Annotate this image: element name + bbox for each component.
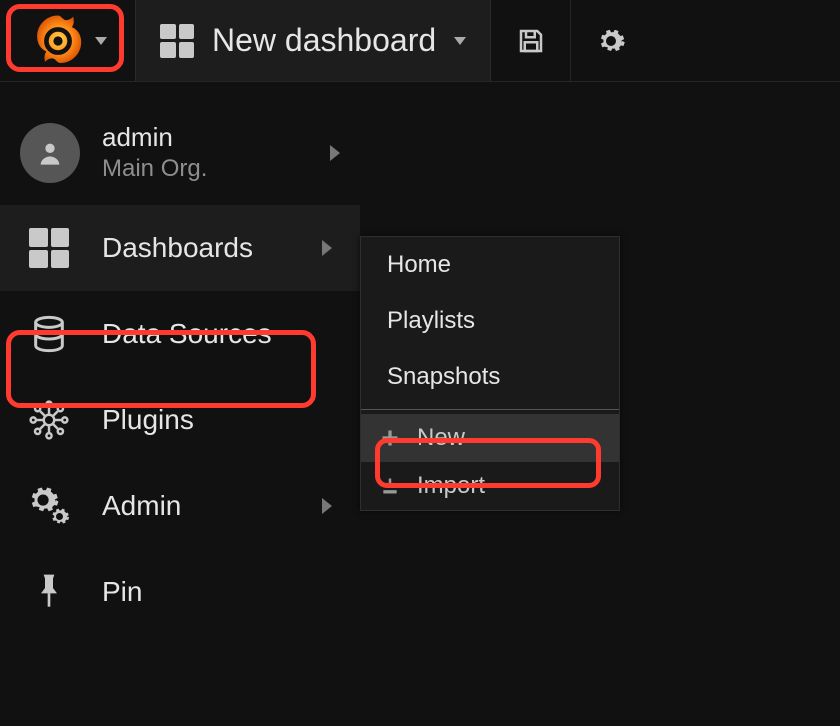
plus-icon bbox=[377, 428, 403, 448]
dashboard-tiles-icon bbox=[20, 228, 78, 268]
submenu-new[interactable]: New bbox=[361, 414, 619, 462]
menu-label: Admin bbox=[102, 490, 290, 522]
chevron-right-icon bbox=[322, 498, 332, 514]
settings-button[interactable] bbox=[571, 0, 651, 81]
gear-icon bbox=[596, 26, 626, 56]
submenu-snapshots[interactable]: Snapshots bbox=[361, 349, 619, 405]
save-icon bbox=[516, 26, 546, 56]
topbar: New dashboard bbox=[0, 0, 840, 82]
gears-icon bbox=[20, 485, 78, 527]
divider bbox=[361, 409, 619, 410]
avatar bbox=[20, 123, 80, 183]
submenu-label: New bbox=[417, 424, 465, 452]
dashboards-submenu: Home Playlists Snapshots New Import bbox=[360, 236, 620, 511]
caret-down-icon bbox=[454, 37, 466, 45]
menu-pin[interactable]: Pin bbox=[0, 549, 360, 635]
caret-down-icon bbox=[95, 37, 107, 45]
menu-dashboards[interactable]: Dashboards bbox=[0, 205, 360, 291]
menu-plugins[interactable]: Plugins bbox=[0, 377, 360, 463]
dashboard-picker[interactable]: New dashboard bbox=[135, 0, 491, 81]
save-button[interactable] bbox=[491, 0, 571, 81]
logo-menu[interactable] bbox=[0, 0, 135, 81]
plugins-icon bbox=[20, 399, 78, 441]
submenu-label: Snapshots bbox=[387, 363, 500, 391]
submenu-home[interactable]: Home bbox=[361, 237, 619, 293]
submenu-label: Import bbox=[417, 472, 485, 500]
submenu-import[interactable]: Import bbox=[361, 462, 619, 510]
chevron-right-icon bbox=[330, 145, 340, 161]
user-icon bbox=[36, 139, 64, 167]
menu-admin[interactable]: Admin bbox=[0, 463, 360, 549]
submenu-label: Home bbox=[387, 251, 451, 279]
main-menu-panel: admin Main Org. Dashboards Data Sources bbox=[0, 82, 360, 635]
user-profile[interactable]: admin Main Org. bbox=[0, 112, 360, 205]
menu-datasources[interactable]: Data Sources bbox=[0, 291, 360, 377]
submenu-playlists[interactable]: Playlists bbox=[361, 293, 619, 349]
user-org: Main Org. bbox=[102, 155, 308, 183]
menu-label: Plugins bbox=[102, 404, 290, 436]
dashboard-title: New dashboard bbox=[212, 22, 436, 59]
dashboard-tiles-icon bbox=[160, 24, 194, 58]
menu-label: Dashboards bbox=[102, 232, 290, 264]
submenu-label: Playlists bbox=[387, 307, 475, 335]
grafana-logo-icon bbox=[29, 12, 87, 70]
pin-icon bbox=[20, 572, 78, 612]
menu-label: Data Sources bbox=[102, 318, 290, 350]
user-name: admin bbox=[102, 122, 308, 153]
import-icon bbox=[377, 476, 403, 496]
database-icon bbox=[20, 314, 78, 354]
chevron-right-icon bbox=[322, 240, 332, 256]
menu-label: Pin bbox=[102, 576, 290, 608]
